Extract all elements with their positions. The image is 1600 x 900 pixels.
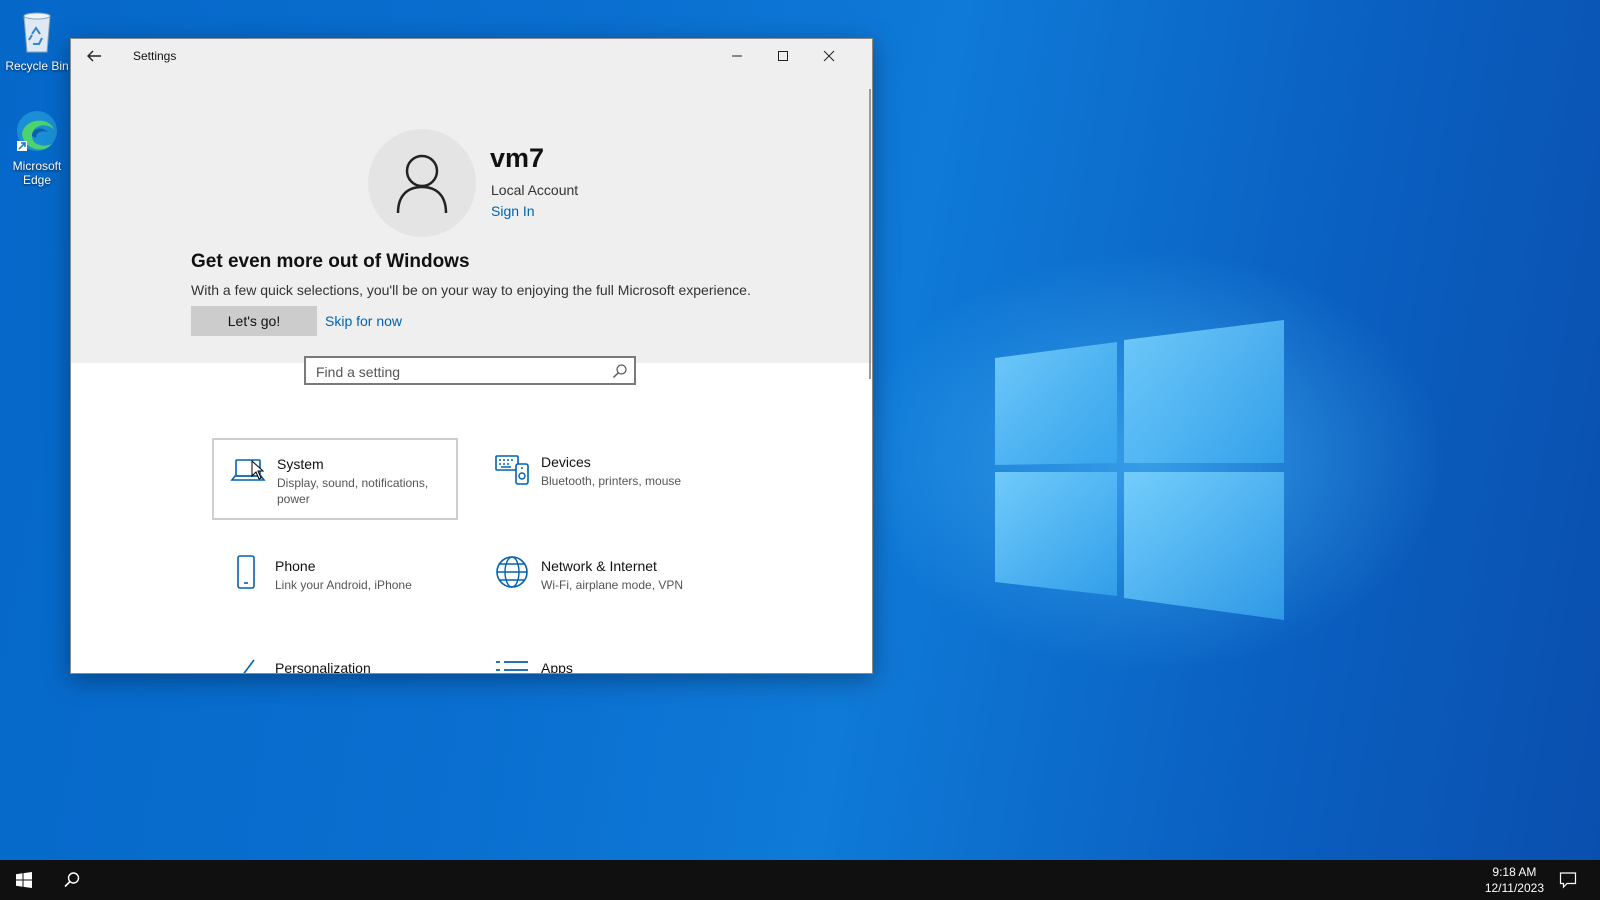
settings-window: Settings vm7 Local Account Sign In Get e… <box>70 38 873 674</box>
tile-name: Personalization <box>275 660 371 674</box>
notification-icon <box>1559 872 1577 889</box>
search-input[interactable] <box>314 361 608 383</box>
promo-title: Get even more out of Windows <box>191 251 470 272</box>
maximize-icon <box>778 51 788 61</box>
tile-name: Devices <box>541 454 591 470</box>
tile-system[interactable]: System Display, sound, notifications, po… <box>212 438 458 520</box>
devices-icon <box>495 455 529 485</box>
tile-description: Bluetooth, printers, mouse <box>541 474 682 488</box>
globe-icon <box>496 556 528 588</box>
skip-for-now-link[interactable]: Skip for now <box>325 313 402 329</box>
brush-icon <box>243 659 255 673</box>
windows-logo-wallpaper <box>995 320 1284 620</box>
tile-apps[interactable]: Apps <box>478 644 724 674</box>
tile-personalization[interactable]: Personalization <box>212 644 458 674</box>
account-banner: vm7 Local Account Sign In Get even more … <box>71 73 872 363</box>
edge-icon <box>17 111 57 151</box>
maximize-button[interactable] <box>760 39 806 73</box>
window-title: Settings <box>133 49 177 63</box>
tile-name: System <box>277 456 324 472</box>
desktop-icon-microsoft-edge[interactable]: Microsoft Edge <box>1 108 73 187</box>
tile-phone[interactable]: Phone Link your Android, iPhone <box>212 542 458 624</box>
tile-description: Link your Android, iPhone <box>275 578 412 592</box>
mouse-cursor-icon <box>251 460 265 480</box>
tile-name: Network & Internet <box>541 558 657 574</box>
desktop-icon-label: Recycle Bin <box>5 59 69 73</box>
avatar[interactable] <box>368 129 476 237</box>
clock-time: 9:18 AM <box>1492 865 1537 879</box>
close-icon <box>823 50 835 62</box>
search-icon[interactable] <box>612 363 628 379</box>
tile-devices[interactable]: Devices Bluetooth, printers, mouse <box>478 438 724 520</box>
taskbar: 9:18 AM 12/11/2023 <box>0 860 1600 900</box>
desktop-icon-label: Microsoft Edge <box>12 159 62 187</box>
taskbar-clock[interactable]: 9:18 AM 12/11/2023 <box>1485 864 1544 896</box>
search-box <box>304 356 636 385</box>
close-button[interactable] <box>806 39 852 73</box>
tile-description: Display, sound, notifications, power <box>277 476 429 506</box>
tile-name: Apps <box>541 660 573 674</box>
scrollbar[interactable] <box>869 89 871 379</box>
title-bar: Settings <box>71 39 872 73</box>
lets-go-button[interactable]: Let's go! <box>191 306 317 336</box>
recycle-bin-icon <box>23 12 51 53</box>
action-center-button[interactable] <box>1544 860 1592 900</box>
person-icon <box>396 154 448 214</box>
minimize-icon <box>732 55 742 57</box>
desktop-icon-recycle-bin[interactable]: Recycle Bin <box>1 8 73 73</box>
back-arrow-icon[interactable] <box>83 45 105 67</box>
clock-date: 12/11/2023 <box>1484 881 1544 895</box>
windows-start-icon <box>16 872 32 888</box>
sign-in-link[interactable]: Sign In <box>491 203 535 219</box>
minimize-button[interactable] <box>714 39 760 73</box>
search-icon <box>64 872 80 888</box>
tile-name: Phone <box>275 558 316 574</box>
account-username: vm7 <box>490 143 545 173</box>
start-button[interactable] <box>0 860 48 900</box>
tile-network-internet[interactable]: Network & Internet Wi-Fi, airplane mode,… <box>478 542 724 624</box>
phone-icon <box>237 555 255 589</box>
apps-list-icon <box>496 661 528 671</box>
taskbar-search-button[interactable] <box>48 860 96 900</box>
tile-description: Wi-Fi, airplane mode, VPN <box>541 578 684 592</box>
promo-text: With a few quick selections, you'll be o… <box>191 282 751 298</box>
account-type: Local Account <box>491 182 579 198</box>
